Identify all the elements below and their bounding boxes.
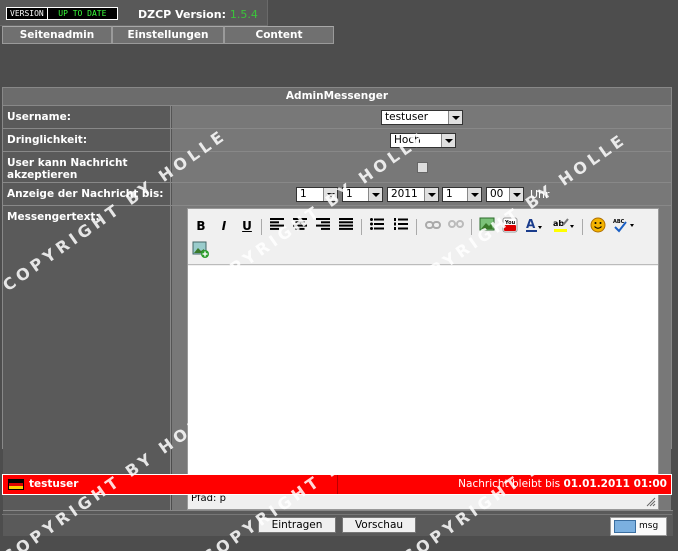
chevron-down-icon (509, 188, 523, 201)
link-icon[interactable] (424, 217, 442, 235)
nav-seitenadmin[interactable]: Seitenadmin (2, 26, 112, 44)
chevron-down-icon (441, 134, 455, 147)
dzcp-version-text: DZCP Version: 1.5.4 (138, 8, 258, 21)
month-select-value: 1 (346, 188, 353, 200)
insert-image-icon[interactable] (192, 241, 210, 259)
chevron-down-icon (368, 188, 382, 201)
panel-title: AdminMessenger (3, 88, 671, 106)
admin-nav: Seitenadmin Einstellungen Content (2, 26, 334, 44)
dringlichkeit-label: Dringlichkeit: (3, 129, 171, 151)
dzcp-version-number: 1.5.4 (229, 8, 258, 21)
divider (2, 514, 672, 515)
messenger-user-cell: testuser (3, 475, 338, 494)
align-justify-icon[interactable] (337, 217, 355, 235)
align-right-icon[interactable] (314, 217, 332, 235)
highlight-icon[interactable]: ab (553, 217, 574, 235)
underline-button[interactable]: U (238, 217, 256, 235)
unlink-icon[interactable] (447, 217, 465, 235)
accept-cell (172, 152, 671, 182)
messenger-info-text: Nachricht bleibt bis (458, 478, 561, 490)
chevron-down-icon (448, 111, 462, 124)
username-select[interactable]: testuser (381, 110, 463, 125)
chevron-down-icon (323, 188, 337, 201)
youtube-icon[interactable]: You (501, 217, 519, 235)
messenger-label: Messengertext: (3, 206, 171, 510)
font-color-icon[interactable]: A (525, 217, 543, 235)
badge-status-label: UP TO DATE (58, 9, 107, 18)
year-select-value: 2011 (391, 188, 418, 200)
hour-select[interactable]: 1 (442, 187, 482, 202)
day-select[interactable]: 1 (296, 187, 338, 202)
chevron-down-icon (467, 188, 481, 201)
hour-select-value: 1 (446, 188, 453, 200)
minute-select-value: 00 (490, 188, 504, 200)
vorschau-button[interactable]: Vorschau (342, 517, 416, 533)
msg-button[interactable]: msg (610, 517, 667, 536)
italic-button[interactable]: I (215, 217, 233, 235)
numbered-list-icon[interactable] (392, 217, 410, 235)
nav-einstellungen[interactable]: Einstellungen (112, 26, 224, 44)
image-icon[interactable] (478, 217, 496, 235)
dzcp-version-label: DZCP Version: (138, 8, 226, 21)
year-select[interactable]: 2011 (387, 187, 439, 202)
badge-version-label: VERSION (7, 8, 48, 19)
flag-icon (8, 479, 24, 490)
username-select-value: testuser (385, 111, 429, 123)
messenger-info-date: 01.01.2011 01:00 (563, 478, 667, 490)
resize-grip-icon[interactable] (646, 497, 656, 507)
svg-text:You: You (504, 220, 516, 226)
nav-content[interactable]: Content (224, 26, 334, 44)
message-editor-area[interactable] (188, 266, 658, 486)
minute-select[interactable]: 00 (486, 187, 524, 202)
anzeige-row: Anzeige der Nachricht bis: 1 1 2011 1 00 (3, 183, 671, 206)
anzeige-cell: 1 1 2011 1 00 Uhr (172, 183, 671, 205)
accept-label: User kann Nachricht akzeptieren (3, 152, 171, 182)
align-left-icon[interactable] (268, 217, 286, 235)
dringlichkeit-select-value: Hoch (394, 134, 421, 146)
spellcheck-icon[interactable]: ABC (612, 217, 634, 235)
messenger-alert-bar: testuser Nachricht bleibt bis 01.01.2011… (2, 474, 672, 495)
align-center-icon[interactable] (291, 217, 309, 235)
dringlichkeit-row: Dringlichkeit: Hoch (3, 129, 671, 152)
dringlichkeit-cell: Hoch (172, 129, 671, 151)
accept-row: User kann Nachricht akzeptieren (3, 152, 671, 183)
anzeige-label: Anzeige der Nachricht bis: (3, 183, 171, 205)
bold-button[interactable]: B (192, 217, 210, 235)
messenger-username[interactable]: testuser (29, 478, 78, 490)
msg-button-label: msg (639, 521, 659, 531)
month-select[interactable]: 1 (342, 187, 383, 202)
messenger-info: Nachricht bleibt bis 01.01.2011 01:00 (458, 475, 667, 494)
message-icon (614, 520, 636, 533)
editor-toolbar: B I U You A ab ABC (188, 209, 658, 265)
day-select-value: 1 (300, 188, 307, 200)
accept-checkbox[interactable] (417, 162, 428, 173)
eintragen-button[interactable]: Eintragen (258, 517, 336, 533)
chevron-down-icon (424, 188, 438, 201)
svg-text:A: A (526, 217, 536, 231)
version-header: VERSION UP TO DATE DZCP Version: 1.5.4 (0, 0, 268, 26)
smiley-icon[interactable] (589, 217, 607, 235)
bullet-list-icon[interactable] (368, 217, 386, 235)
username-label: Username: (3, 106, 171, 128)
version-badge: VERSION UP TO DATE (6, 7, 118, 20)
svg-text:ab: ab (553, 219, 564, 228)
username-row: Username: testuser (3, 106, 671, 129)
svg-text:ABC: ABC (613, 219, 625, 225)
username-cell: testuser (172, 106, 671, 128)
admin-messenger-panel: AdminMessenger Username: testuser Dringl… (2, 87, 673, 536)
rich-text-editor: B I U You A ab ABC Pfad: p (187, 208, 659, 510)
uhr-label: Uhr (530, 188, 550, 201)
dringlichkeit-select[interactable]: Hoch (390, 133, 456, 148)
